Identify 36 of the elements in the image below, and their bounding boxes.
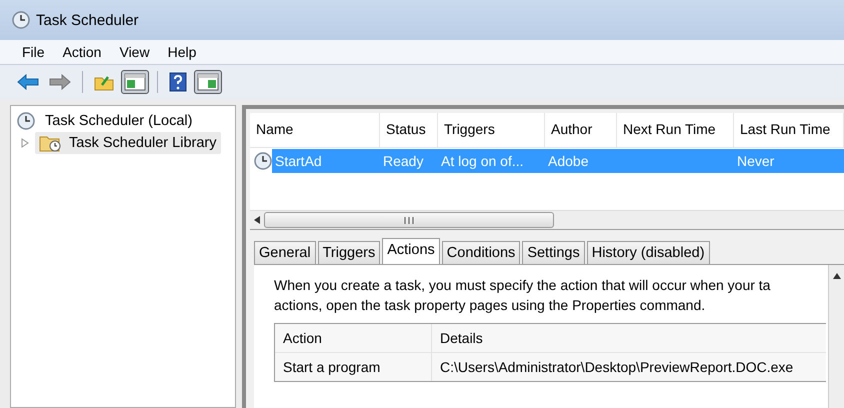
column-header[interactable]: Last Run Time [734,113,844,147]
pane-toggle-button[interactable] [121,70,149,94]
table-cell-text: C:\Users\Administrator\Desktop\PreviewReport.DOC.exe [439,359,794,375]
tree-item[interactable]: Task Scheduler Library [35,132,220,154]
menu-item[interactable]: Action [54,44,110,60]
expand-icon[interactable] [21,138,29,148]
tab[interactable]: Triggers [318,241,380,264]
tree-item-label: Task Scheduler Library [69,135,216,151]
column-header[interactable]: Next Run Time [617,113,734,147]
tab[interactable]: General [254,241,316,264]
clock-icon [17,112,35,130]
pane-toggle-button[interactable] [194,70,222,94]
tab[interactable]: History (disabled) [586,241,710,264]
vertical-scrollbar[interactable] [828,265,844,408]
description-text: actions, open the task property pages using the Properties command. [274,296,706,315]
column-header[interactable]: Triggers [438,113,545,147]
task-icon [254,152,272,170]
window-title: Task Scheduler [36,12,139,28]
scroll-up-icon[interactable] [832,273,840,279]
column-header[interactable]: Author [545,113,617,147]
scroll-thumb[interactable] [264,212,554,228]
table-cell: Start a program [275,353,432,381]
column-header[interactable]: Details [432,330,483,346]
horizontal-scrollbar[interactable] [250,210,844,229]
description-text: When you create a task, you must specify the action that will occur when your ta [274,276,770,295]
column-header[interactable]: Action [275,324,432,352]
menu-item[interactable]: File [14,44,53,60]
column-header[interactable]: Name [250,113,380,147]
tab[interactable]: Settings [522,241,585,264]
menu-item[interactable]: Help [160,44,204,60]
menu-item[interactable]: View [111,44,158,60]
tree-item[interactable]: Task Scheduler (Local) [41,112,196,130]
tab[interactable]: Conditions [442,241,520,264]
tab[interactable]: Actions [382,238,440,264]
column-header[interactable]: Status [380,113,438,147]
clock-icon [12,11,30,29]
